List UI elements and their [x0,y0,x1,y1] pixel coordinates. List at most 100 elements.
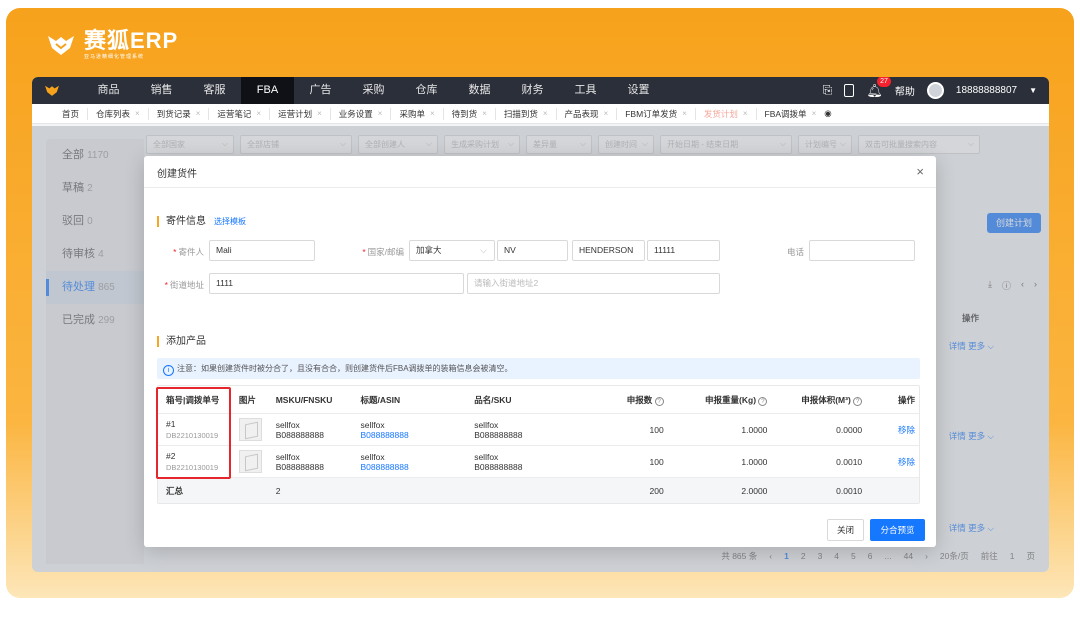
tab-3[interactable]: 运营笔记 × [208,107,269,120]
column-header: 品名/SKU [474,394,584,406]
tab-label: 运营计划 [278,108,313,119]
nav-item-3[interactable]: FBA [241,77,294,104]
phone-input[interactable] [809,240,915,261]
remove-link[interactable]: 移除 [862,424,919,436]
remove-link[interactable]: 移除 [862,456,919,468]
cell-weight: 1.0000 [741,456,768,467]
close-icon[interactable]: × [135,109,140,118]
column-header: 申报重量(Kg) ? [664,394,768,406]
tab-6[interactable]: 采购单 × [390,107,442,120]
nav-item-6[interactable]: 仓库 [400,77,453,104]
product-section-title: 添加产品 [157,336,206,347]
street-label: * 街道地址 [164,280,204,290]
close-icon[interactable]: × [916,165,924,178]
close-icon[interactable]: × [604,109,609,118]
table-row: #2 DB2210130019 sellfox B088888888 sellfox B0… [158,446,919,478]
nav-item-9[interactable]: 工具 [559,77,612,104]
close-icon[interactable]: × [317,109,322,118]
sender-section-title: 寄件信息 选择模板 [157,216,246,227]
brand-name: 赛狐ERP [84,28,179,53]
nav-logo-icon[interactable] [32,77,72,104]
country-select[interactable]: 加拿大 [409,240,495,261]
nav-item-1[interactable]: 销售 [135,77,188,104]
cell-secondary: B088888888 [360,461,409,472]
tab-label: FBM订单发货 [625,108,678,119]
nav-item-0[interactable]: 商品 [82,77,135,104]
cell-secondary: B088888888 [275,461,324,472]
close-icon[interactable]: × [543,109,548,118]
table-row: #1 DB2210130019 sellfox B088888888 sellfox B0… [158,414,919,446]
cell-volume: 0.0010 [836,456,863,467]
tab-label: 采购单 [399,108,425,119]
close-icon[interactable]: × [812,109,817,118]
country-label: * 国家/邮编 [362,247,404,257]
close-button[interactable]: 关闭 [827,519,864,541]
more-tabs-icon[interactable]: ◉ [824,108,831,119]
cell: sellfox B088888888 [276,420,361,440]
create-shipment-modal: 创建货件 × 寄件信息选择模板 *寄件人 Mali *国家/邮编 加拿大 NV … [144,156,936,547]
product-table: 箱号|调拨单号 图片 MSKU/FNSKU 标题/ASIN 品名/SKU 申报数 ? 申报重… [157,385,920,504]
state-input[interactable]: NV [497,240,568,261]
nav-item-5[interactable]: 采购 [347,77,400,104]
tab-8[interactable]: 扫描到货 × [494,107,556,120]
street2-input[interactable]: 请输入街道地址2 [467,273,720,294]
bell-icon[interactable]: 🔔︎ 27 [866,77,891,99]
tab-12[interactable]: FBA调拨单 × [755,107,825,120]
notice-bar: i 注意：如果创建货件时被分合了，且没有合合，则创建货件后FBA调拨单的装箱信息会… [157,358,920,379]
document-icon[interactable]: ⎘ [823,83,833,98]
nav-item-8[interactable]: 财务 [506,77,559,104]
close-icon[interactable]: × [256,109,261,118]
nav-item-2[interactable]: 客服 [188,77,241,104]
tab-1[interactable]: 仓库列表 × [87,107,148,120]
product-image [238,450,262,473]
tab-bar: 首页 仓库列表 × 到货记录 × 运营笔记 × 运营计划 × 业务设置 × 采购单 × 待到货 × 扫描到货 ×… [32,104,1049,124]
tab-0[interactable]: 首页 [54,108,87,120]
help-link[interactable]: 帮助 [895,83,915,98]
cell-secondary: B088888888 [474,461,523,472]
close-icon[interactable]: × [430,109,435,118]
tab-7[interactable]: 待到货 × [442,107,495,120]
cell: sellfox B088888888 [361,452,475,472]
zip-input[interactable]: 11111 [647,240,720,261]
close-icon[interactable]: × [378,109,383,118]
column-header-label: 标题/ASIN [360,394,401,405]
account-phone[interactable]: 18888888807 [956,85,1017,96]
street1-input[interactable]: 1111 [209,273,464,294]
cell-primary: sellfox [474,451,499,462]
product-image [238,418,262,441]
cell-primary: sellfox [275,419,300,430]
brand-logo: 赛狐ERP 亚马逊精细化管理系统 [46,30,178,60]
avatar[interactable] [926,82,944,99]
tab-10[interactable]: FBM订单发货 × [616,107,695,120]
modal-header: 创建货件 × [144,156,936,188]
sender-input[interactable]: Mali [209,240,315,261]
tab-9[interactable]: 产品表现 × [555,107,617,120]
tab-5[interactable]: 业务设置 × [329,107,391,120]
chevron-down-icon[interactable]: ▼ [1029,86,1037,95]
nav-item-4[interactable]: 广告 [294,77,347,104]
cell-primary: sellfox [275,451,300,462]
city-input[interactable]: HENDERSON [572,240,645,261]
select-template-link[interactable]: 选择模板 [214,217,246,226]
close-icon[interactable]: × [196,109,201,118]
nav-item-7[interactable]: 数据 [453,77,506,104]
cell-primary: sellfox [474,419,499,430]
tab-2[interactable]: 到货记录 × [147,107,209,120]
close-icon[interactable]: × [682,109,687,118]
column-header: MSKU/FNSKU [276,395,361,405]
help-circle-icon: ? [758,396,768,406]
column-header-label: 图片 [238,394,256,405]
mobile-icon[interactable] [844,84,855,97]
tab-4[interactable]: 运营计划 × [269,107,330,120]
tab-11[interactable]: 发货计划 × [694,107,756,120]
help-circle-icon: ? [853,396,863,406]
cell-secondary: B088888888 [474,429,523,440]
close-icon[interactable]: × [482,109,487,118]
column-header-label: 申报体积(M³) [801,394,851,405]
nav-item-10[interactable]: 设置 [612,77,665,104]
column-header-label: 申报数 [626,394,653,405]
column-header-label: 品名/SKU [474,394,512,405]
close-icon[interactable]: × [743,109,748,118]
split-preview-button[interactable]: 分合预览 [870,519,925,541]
cell: sellfox B088888888 [474,420,584,440]
